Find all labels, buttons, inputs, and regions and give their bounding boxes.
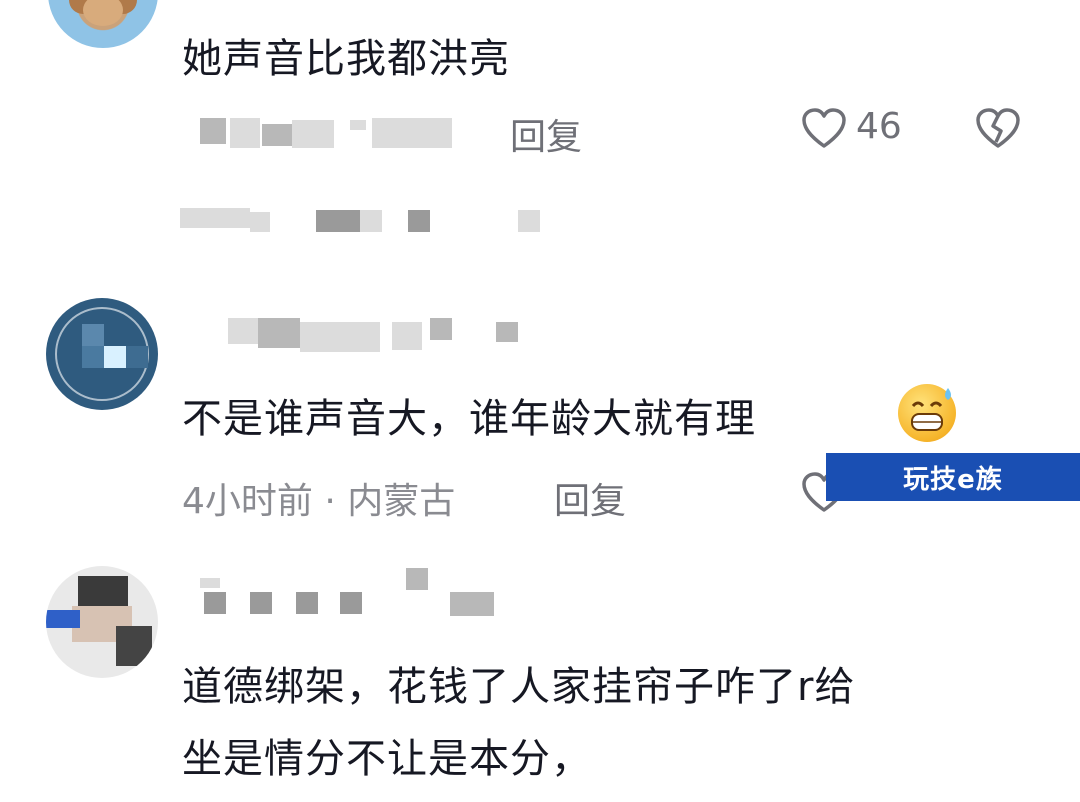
like-button[interactable]: 46 xyxy=(800,106,960,156)
avatar-badge-icon xyxy=(55,307,149,401)
heart-outline-icon xyxy=(802,108,846,148)
avatar[interactable] xyxy=(48,0,158,48)
reply-button[interactable]: 回复 xyxy=(554,472,626,524)
comment-text: 道德绑架，花钱了人家挂帘子咋了r给 xyxy=(182,664,856,710)
reply-button[interactable]: 回复 xyxy=(510,108,582,160)
avatar[interactable] xyxy=(46,298,158,410)
comment-text: 她声音比我都洪亮 xyxy=(182,36,510,82)
dislike-button[interactable] xyxy=(974,106,1024,156)
avatar-photo-icon xyxy=(46,576,152,666)
broken-heart-icon xyxy=(976,108,1020,148)
grin-sweat-emoji xyxy=(898,384,956,442)
avatar[interactable] xyxy=(46,566,158,678)
like-count: 46 xyxy=(856,106,902,147)
comment-text: 坐是情分不让是本分， xyxy=(182,736,592,782)
watermark: 玩技e族 xyxy=(826,453,1080,501)
comment-meta: 4小时前 · 内蒙古 xyxy=(182,481,456,522)
cartoon-mouse-icon xyxy=(69,0,137,26)
comment-text: 不是谁声音大，谁年龄大就有理 xyxy=(182,396,756,442)
